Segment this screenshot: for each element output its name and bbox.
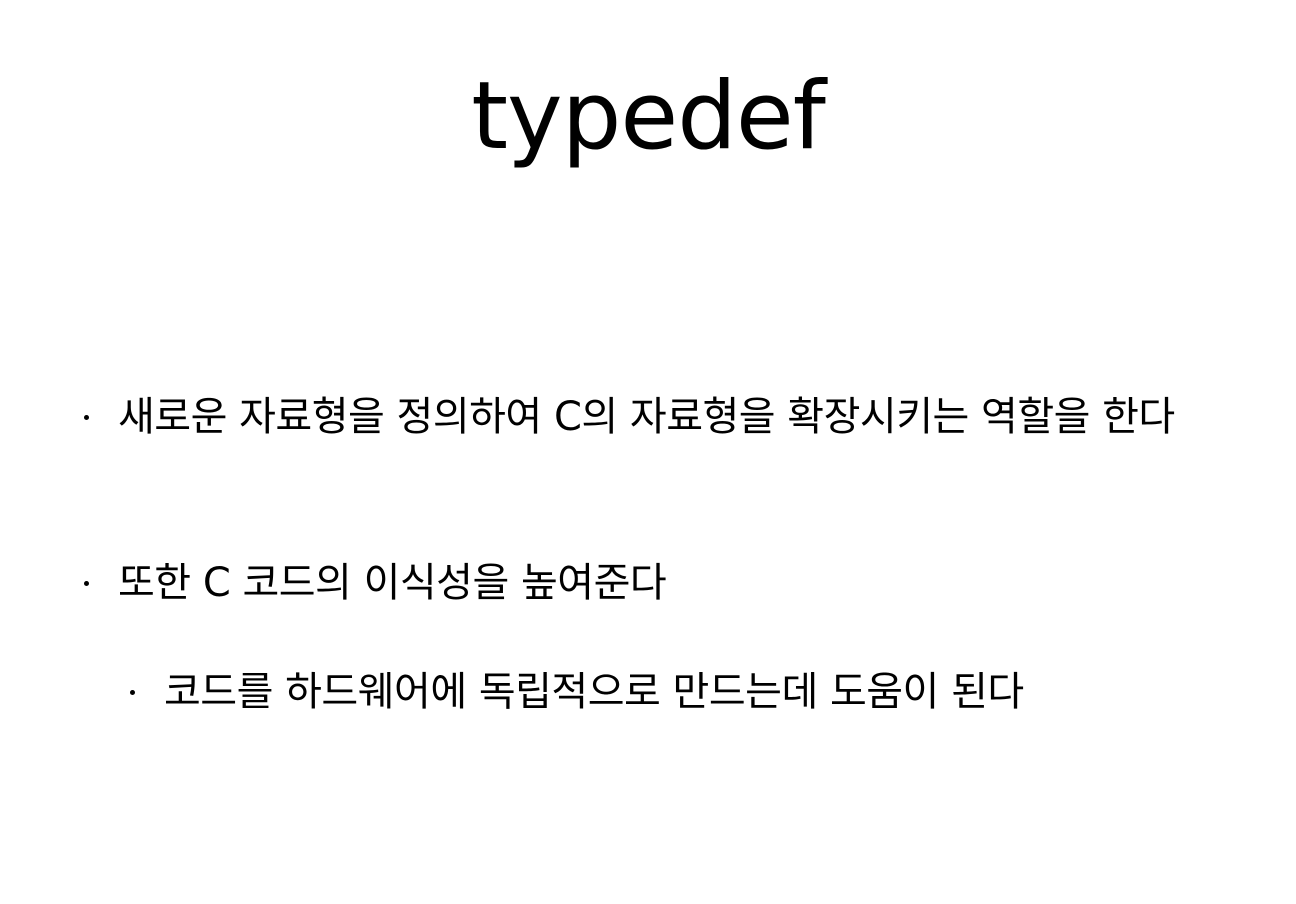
bullet-item: 또한 C 코드의 이식성을 높여준다	[84, 556, 1238, 610]
bullet-text: 새로운 자료형을 정의하여 C의 자료형을 확장시키는 역할을 한다	[118, 394, 1175, 440]
sub-bullet-item: 코드를 하드웨어에 독립적으로 만드는데 도움이 된다	[130, 665, 1244, 719]
bullet-dot-icon	[130, 690, 135, 695]
bullet-list: 새로운 자료형을 정의하여 C의 자료형을 확장시키는 역할을 한다 또한 C …	[0, 0, 1296, 904]
bullet-dot-icon	[84, 581, 89, 586]
slide: typedef 새로운 자료형을 정의하여 C의 자료형을 확장시키는 역할을 …	[0, 0, 1296, 904]
bullet-text: 코드를 하드웨어에 독립적으로 만드는데 도움이 된다	[164, 669, 1024, 715]
bullet-dot-icon	[84, 415, 89, 420]
bullet-text: 또한 C 코드의 이식성을 높여준다	[118, 560, 667, 606]
bullet-item: 새로운 자료형을 정의하여 C의 자료형을 확장시키는 역할을 한다	[84, 390, 1238, 444]
